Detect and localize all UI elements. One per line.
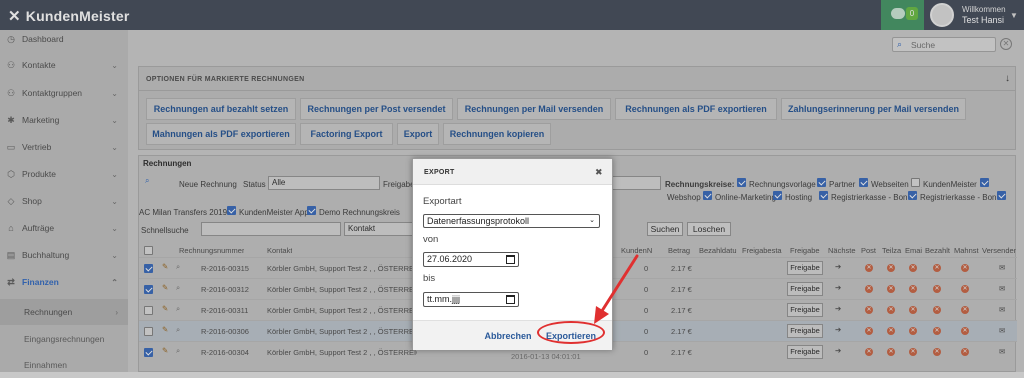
annotation-arrow: [594, 254, 639, 324]
